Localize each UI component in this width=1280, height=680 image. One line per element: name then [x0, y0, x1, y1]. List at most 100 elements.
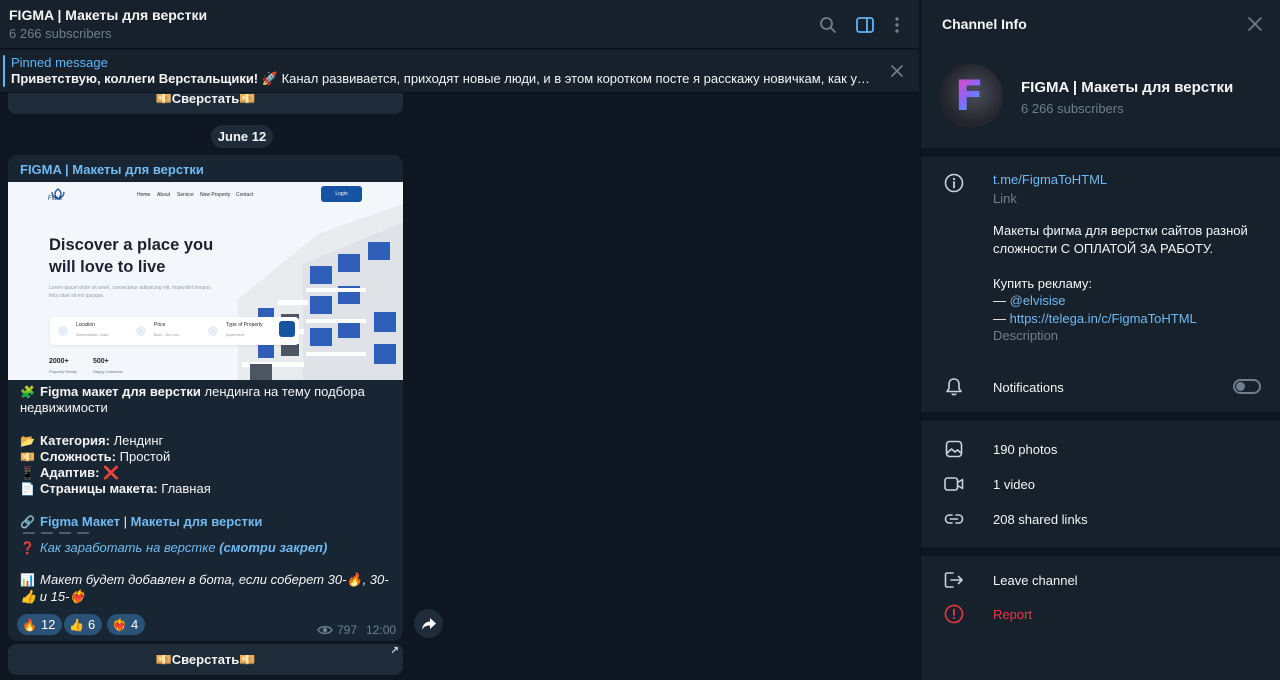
preview-nav-contact: Contact: [236, 192, 254, 198]
reaction-count: 12: [40, 617, 56, 632]
preview-login-button: Login: [321, 186, 362, 202]
channel-subscribers: 6 266 subscribers: [1021, 101, 1124, 116]
preview-nav-about: About: [157, 192, 171, 198]
contact-link[interactable]: @elvisise: [1010, 293, 1066, 308]
post-preview-image[interactable]: Flora Home About Service New Property Co…: [8, 182, 403, 380]
sidebar-toggle-icon: [856, 17, 874, 33]
shared-links-label: 208 shared links: [993, 512, 1088, 527]
prop-label: Страницы макета:: [40, 481, 158, 497]
prop-difficulty: 💴 Сложность: Простой: [20, 449, 390, 465]
video-label: 1 video: [993, 477, 1035, 492]
chat-area: 💴Сверстать💴 June 12 FIGMA | Макеты для в…: [0, 0, 919, 680]
bell-icon: [943, 376, 965, 398]
sidebar-toggle-button[interactable]: [853, 13, 877, 37]
leave-channel-row[interactable]: Leave channel: [921, 565, 1280, 595]
pinned-text: Приветствую, коллеги Верстальщики! 🚀 Кан…: [11, 71, 871, 87]
channel-avatar[interactable]: F: [939, 64, 1003, 128]
share-arrow-icon: [421, 617, 436, 630]
panel-title: Channel Info: [942, 16, 1027, 32]
preview-stat-label: Happy Customer: [93, 369, 124, 374]
photos-row[interactable]: 190 photos: [921, 434, 1280, 464]
channel-info-panel: Channel Info F FIGMA | Макеты для верстк…: [920, 0, 1280, 680]
prop-label: Сложность:: [40, 448, 117, 464]
message-bubble: FIGMA | Макеты для верстки Flora Home Ab…: [8, 155, 403, 641]
search-button[interactable]: [816, 13, 840, 37]
telega-link[interactable]: https://telega.in/c/FigmaToHTML: [1010, 311, 1197, 326]
shared-links-row[interactable]: 208 shared links: [921, 504, 1280, 534]
message-meta: 797 12:00: [317, 623, 396, 637]
location-pin-icon: [58, 326, 68, 336]
open-link-arrow-icon: ↗: [390, 645, 399, 656]
pinned-bold: Приветствую, коллеги Верстальщики!: [11, 71, 259, 86]
notifications-toggle[interactable]: [1233, 379, 1261, 394]
heart-fire-icon: ❤‍🔥: [112, 617, 127, 632]
prop-value: Главная: [157, 481, 211, 497]
link-icon: [943, 508, 965, 530]
report-icon: [943, 603, 965, 625]
section-divider: [921, 547, 1280, 556]
view-count: 797: [337, 623, 358, 637]
question-emoji-icon: ❓: [20, 541, 35, 556]
preview-nav-home: Home: [137, 192, 151, 198]
close-icon: [1248, 17, 1262, 31]
thumbs-up-icon: 👍: [69, 617, 84, 632]
reaction-thumbs-up[interactable]: 👍 6: [64, 614, 103, 635]
leave-icon: [943, 569, 965, 591]
folder-emoji-icon: 📂: [20, 433, 35, 448]
earn-link-text[interactable]: Как заработать на верстке: [40, 540, 216, 555]
reaction-count: 6: [87, 617, 96, 632]
forward-button[interactable]: [414, 609, 443, 638]
photos-label: 190 photos: [993, 442, 1058, 457]
close-icon: [891, 65, 903, 77]
pinned-message[interactable]: Pinned message Приветствую, коллеги Верс…: [0, 50, 919, 93]
channel-link[interactable]: Макеты для верстки: [131, 514, 263, 529]
avatar-letter: F: [955, 71, 984, 120]
preview-field-title: Type of Property: [226, 322, 263, 328]
notifications-row[interactable]: Notifications: [921, 372, 1280, 402]
message-text: 🧩 Figma макет для верстки лендинга на тем…: [20, 384, 390, 605]
panel-close-button[interactable]: [1245, 14, 1265, 34]
link-separator: |: [120, 513, 131, 529]
chat-header[interactable]: FIGMA | Макеты для верстки 6 266 subscri…: [0, 0, 919, 49]
preview-nav-new-property: New Property: [200, 192, 231, 198]
prop-category: 📂 Категория: Лендинг: [20, 433, 390, 449]
chat-title[interactable]: FIGMA | Макеты для верстки: [9, 7, 207, 23]
reaction-count: 4: [130, 617, 139, 632]
preview-field-sub: $xxx - $xx,xxx: [154, 332, 180, 337]
home-type-icon: [208, 326, 218, 336]
inline-button-sverstat[interactable]: 💴Сверстать💴 ↗: [8, 644, 403, 675]
photo-icon: [943, 438, 965, 460]
preview-search-bar: Location Ahmedabad, India Price $xxx - $…: [50, 317, 299, 345]
preview-paragraph: Lorem ipsum dolor sit amet, consectetur …: [49, 285, 211, 299]
prop-pages: 📄 Страницы макета: Главная: [20, 481, 390, 497]
preview-logo-text: Flora: [48, 196, 62, 202]
more-button[interactable]: [885, 13, 909, 37]
video-row[interactable]: 1 video: [921, 469, 1280, 499]
prop-label: Категория:: [40, 432, 110, 448]
message-author[interactable]: FIGMA | Макеты для верстки: [20, 162, 204, 177]
money-emoji-icon: 💴: [20, 449, 35, 464]
prop-value: ❌: [99, 465, 120, 481]
report-row[interactable]: Report: [921, 599, 1280, 629]
bot-note: Макет будет добавлен в бота, если собере…: [20, 572, 389, 604]
prop-value: Простой: [116, 448, 171, 464]
eye-icon: [317, 625, 333, 635]
fire-icon: 🔥: [22, 617, 37, 632]
intro-line2: недвижимости: [20, 400, 108, 416]
earn-link-pinned[interactable]: (смотри закреп): [219, 540, 327, 555]
prop-label: Адаптив:: [40, 465, 100, 481]
message-time: 12:00: [366, 623, 397, 637]
reaction-fire[interactable]: 🔥 12: [17, 614, 63, 635]
preview-field-sub: Apartment: [226, 332, 245, 337]
link-emoji-icon: 🔗: [20, 514, 35, 529]
figma-link[interactable]: Figma Макет: [40, 514, 120, 529]
preview-search-icon: [279, 321, 295, 337]
channel-link[interactable]: t.me/FigmaToHTML: [993, 172, 1107, 187]
desc-line: Макеты фигма для верстки сайтов разной: [993, 223, 1248, 238]
preview-stat-value: 2000+: [49, 358, 69, 365]
video-icon: [943, 473, 965, 495]
reaction-heart-fire[interactable]: ❤‍🔥 4: [107, 614, 146, 635]
desc-dash: —: [993, 293, 1010, 308]
prop-adaptive: 📱 Адаптив: ❌: [20, 465, 390, 481]
pinned-close-button[interactable]: [887, 61, 907, 81]
